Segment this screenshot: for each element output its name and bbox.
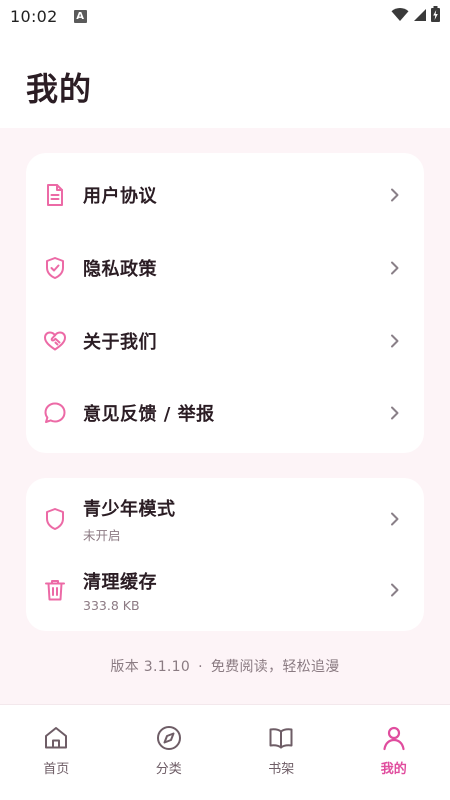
page-title: 我的 [26, 70, 93, 108]
a-letter-icon: A [73, 9, 87, 23]
nav-item-home[interactable]: 首页 [0, 705, 113, 800]
menu-item-clear-cache[interactable]: 清理缓存 333.8 KB [26, 554, 424, 626]
menu-item-label: 关于我们 [83, 332, 157, 353]
menu-card-general: 用户协议 隐私政策 关于我们 意见反馈 / 举报 [26, 153, 424, 453]
compass-icon [155, 724, 183, 752]
chevron-right-icon [388, 333, 400, 349]
nav-item-mine[interactable]: 我的 [338, 705, 450, 800]
signal-icon [413, 7, 427, 26]
menu-item-label: 隐私政策 [83, 259, 157, 280]
chat-bubble-icon [42, 400, 68, 426]
menu-item-label: 清理缓存 [83, 571, 157, 593]
status-bar: 10:02 A [0, 0, 450, 32]
battery-charging-icon [431, 6, 440, 26]
trash-icon [42, 577, 68, 603]
heart-handshake-icon [42, 328, 68, 354]
nav-label: 首页 [43, 762, 70, 777]
nav-label: 分类 [155, 762, 182, 777]
menu-item-teen-mode[interactable]: 青少年模式 未开启 [26, 483, 424, 555]
menu-item-label: 意见反馈 / 举报 [83, 404, 215, 425]
chevron-right-icon [388, 511, 400, 527]
teen-mode-status: 未开启 [83, 527, 121, 543]
book-icon [267, 724, 295, 752]
menu-item-label: 用户协议 [83, 186, 157, 207]
menu-item-feedback-report[interactable]: 意见反馈 / 举报 [26, 377, 424, 449]
user-icon [380, 724, 408, 752]
document-icon [42, 182, 68, 208]
slogan-text: 免费阅读，轻松追漫 [210, 659, 340, 675]
chevron-right-icon [388, 582, 400, 598]
nav-item-bookshelf[interactable]: 书架 [225, 705, 338, 800]
chevron-right-icon [388, 405, 400, 421]
bottom-nav: 首页 分类 书架 我的 [0, 705, 450, 800]
menu-item-user-agreement[interactable]: 用户协议 [26, 159, 424, 231]
chevron-right-icon [388, 187, 400, 203]
nav-label: 我的 [380, 762, 407, 777]
chevron-right-icon [388, 260, 400, 276]
nav-item-category[interactable]: 分类 [113, 705, 226, 800]
shield-icon [42, 506, 68, 532]
version-info: 版本 3.1.10 · 免费阅读，轻松追漫 [0, 656, 450, 676]
home-icon [42, 724, 70, 752]
version-text: 版本 3.1.10 [110, 659, 191, 675]
status-indicators [391, 6, 440, 26]
cache-size: 333.8 KB [83, 597, 140, 613]
status-time: 10:02 [10, 6, 58, 26]
header: 我的 [0, 32, 450, 128]
wifi-icon [391, 7, 409, 26]
menu-item-label: 青少年模式 [83, 498, 176, 520]
menu-item-privacy-policy[interactable]: 隐私政策 [26, 232, 424, 304]
menu-card-settings: 青少年模式 未开启 清理缓存 333.8 KB [26, 478, 424, 631]
menu-item-about-us[interactable]: 关于我们 [26, 305, 424, 377]
nav-label: 书架 [268, 762, 295, 777]
separator-dot: · [198, 659, 203, 675]
shield-check-icon [42, 255, 68, 281]
